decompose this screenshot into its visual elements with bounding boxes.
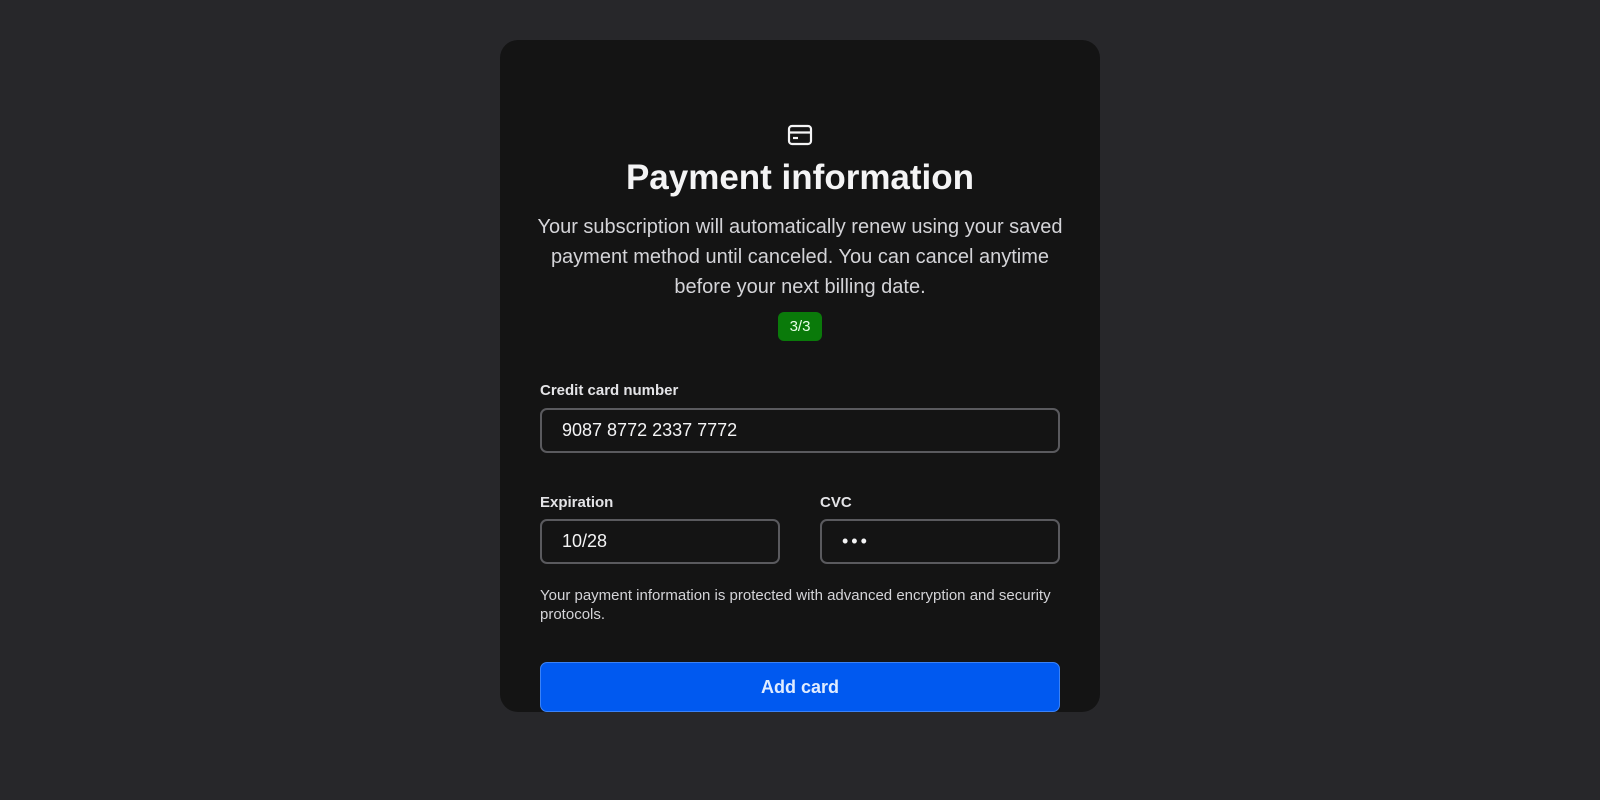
security-note: Your payment information is protected wi… — [540, 587, 1051, 623]
cvc-label: CVC — [820, 494, 852, 511]
expiration-label: Expiration — [540, 494, 614, 511]
expiration-input[interactable] — [562, 531, 778, 552]
step-badge: 3/3 — [778, 312, 822, 341]
cvc-field[interactable]: ••• — [820, 519, 1060, 564]
credit-card-icon — [787, 124, 813, 146]
subscription-description: Your subscription will automatically ren… — [537, 216, 1063, 298]
credit-card-icon-wrap — [500, 124, 1100, 148]
cvc-masked-value[interactable]: ••• — [842, 531, 870, 552]
add-card-button[interactable]: Add card — [540, 662, 1060, 712]
card-number-label: Credit card number — [540, 382, 679, 399]
card-number-field[interactable] — [540, 408, 1060, 453]
payment-card: Payment information Your subscription wi… — [500, 40, 1100, 712]
card-number-input[interactable] — [562, 420, 1058, 441]
page-title: Payment information — [625, 158, 975, 197]
expiration-field[interactable] — [540, 519, 780, 564]
